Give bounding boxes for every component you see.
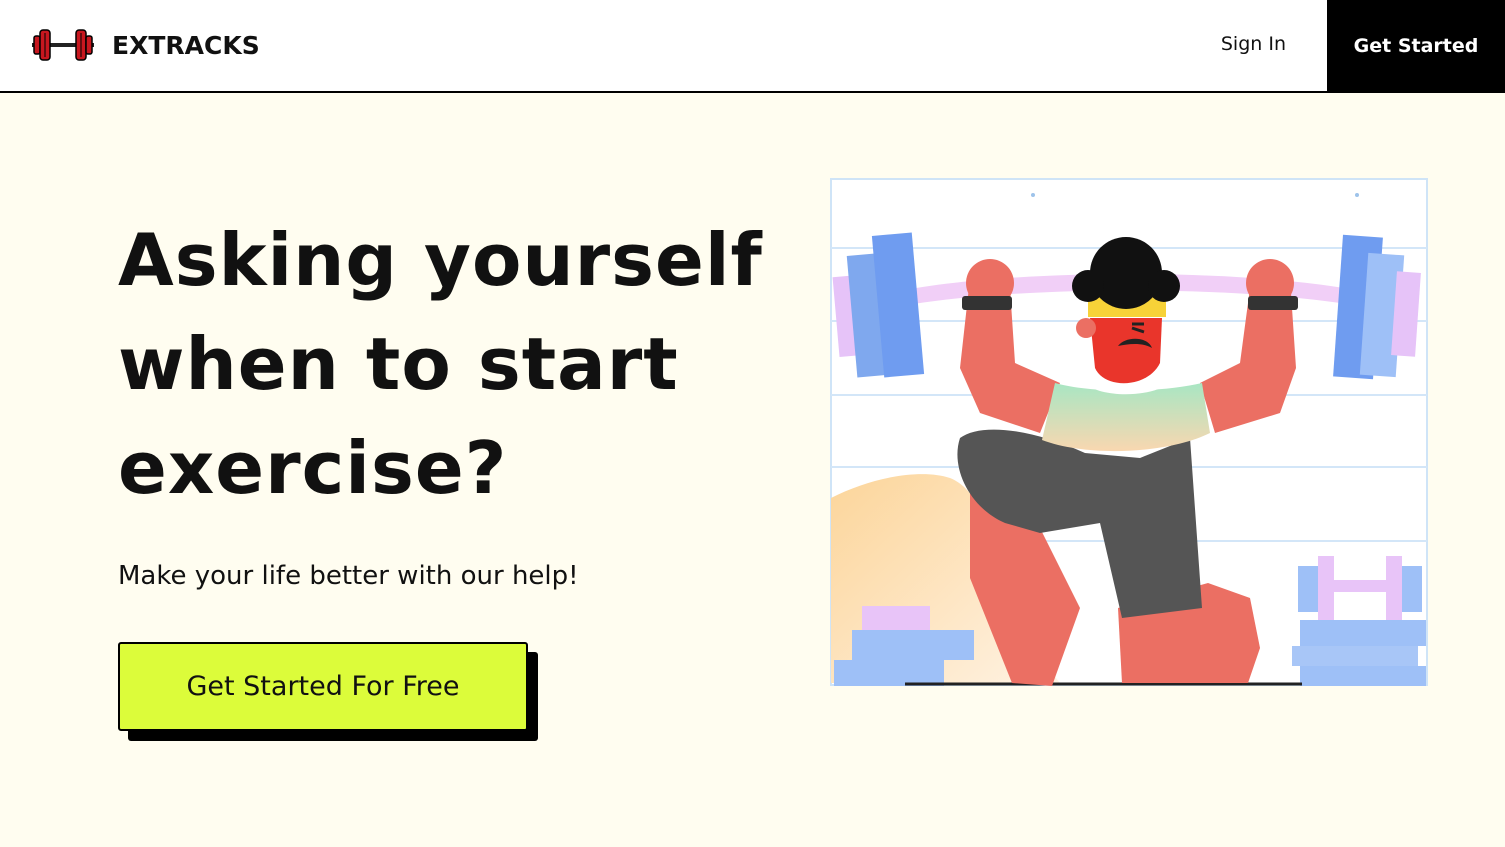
logo[interactable]: EXTRACKS xyxy=(32,24,260,66)
get-started-nav-button[interactable]: Get Started xyxy=(1327,0,1505,91)
get-started-free-button[interactable]: Get Started For Free xyxy=(118,642,528,731)
weightlifter-illustration xyxy=(830,178,1428,686)
hero-title: Asking yourself when to start exercise? xyxy=(118,208,778,520)
hero-subtitle: Make your life better with our help! xyxy=(118,561,579,591)
dumbbell-icon xyxy=(32,29,94,61)
sign-in-link[interactable]: Sign In xyxy=(1221,33,1286,55)
hero-title-line: Asking yourself xyxy=(118,218,763,302)
hero-title-line: when to start xyxy=(118,322,679,406)
hero-title-line: exercise? xyxy=(118,426,508,510)
brand-name: EXTRACKS xyxy=(112,30,260,60)
top-navbar: EXTRACKS Sign In Get Started xyxy=(0,0,1505,93)
